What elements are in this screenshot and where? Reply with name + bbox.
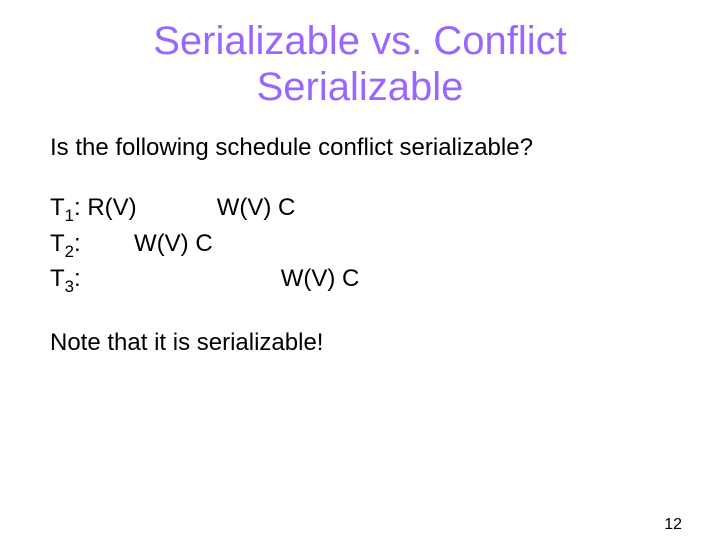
t2-label: T — [50, 230, 65, 257]
t1-label: T — [50, 194, 65, 221]
slide-body: Is the following schedule conflict seria… — [50, 132, 670, 359]
schedule-row-t1: T1: R(V) W(V) C — [50, 192, 670, 227]
question-text: Is the following schedule conflict seria… — [50, 132, 670, 164]
note-text: Note that it is serializable! — [50, 327, 670, 359]
schedule-row-t3: T3: W(V) C — [50, 263, 670, 298]
t3-ops: : W(V) C — [74, 265, 359, 292]
page-number: 12 — [664, 516, 682, 534]
t3-sub: 3 — [65, 277, 74, 296]
t1-ops: : R(V) W(V) C — [74, 194, 295, 221]
title-line-1: Serializable vs. Conflict — [153, 19, 567, 63]
slide: Serializable vs. Conflict Serializable I… — [0, 18, 720, 558]
slide-title: Serializable vs. Conflict Serializable — [40, 18, 680, 110]
schedule-block: T1: R(V) W(V) C T2: W(V) C T3: W(V) C — [50, 192, 670, 298]
t2-sub: 2 — [65, 242, 74, 261]
t1-sub: 1 — [65, 206, 74, 225]
t2-ops: : W(V) C — [74, 230, 213, 257]
title-line-2: Serializable — [257, 65, 464, 109]
t3-label: T — [50, 265, 65, 292]
schedule-row-t2: T2: W(V) C — [50, 228, 670, 263]
